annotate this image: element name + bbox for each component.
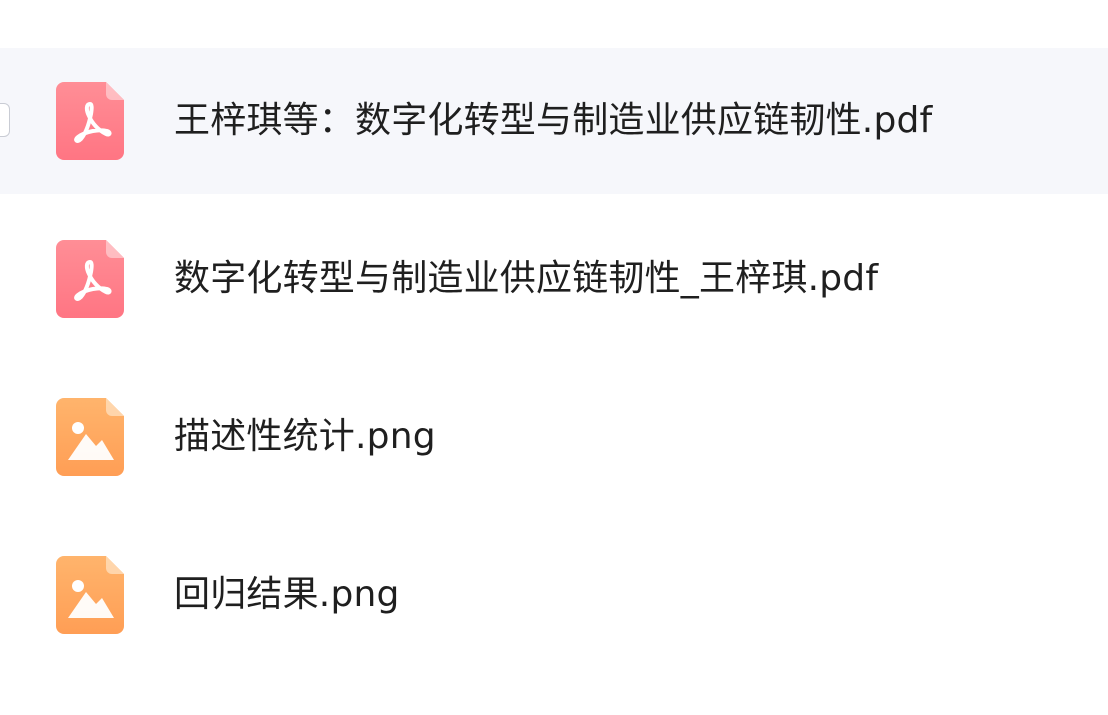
file-name[interactable]: 回归结果.png (174, 522, 400, 668)
file-row[interactable]: 王梓琪等：数字化转型与制造业供应链韧性.pdf (0, 48, 1108, 194)
pdf-file-icon (56, 240, 124, 318)
file-row[interactable]: 数字化转型与制造业供应链韧性_王梓琪.pdf (0, 206, 1108, 352)
file-list: 王梓琪等：数字化转型与制造业供应链韧性.pdf 数字化转型与制造业供应链韧性_王… (0, 0, 1108, 715)
file-name[interactable]: 数字化转型与制造业供应链韧性_王梓琪.pdf (174, 206, 878, 352)
file-row[interactable]: 描述性统计.png (0, 364, 1108, 510)
file-name[interactable]: 描述性统计.png (174, 364, 436, 510)
image-file-icon (56, 556, 124, 634)
pdf-file-icon (56, 82, 124, 160)
image-file-icon (56, 398, 124, 476)
file-name[interactable]: 王梓琪等：数字化转型与制造业供应链韧性.pdf (174, 48, 932, 194)
file-row[interactable]: 回归结果.png (0, 522, 1108, 668)
row-checkbox[interactable] (0, 103, 10, 137)
